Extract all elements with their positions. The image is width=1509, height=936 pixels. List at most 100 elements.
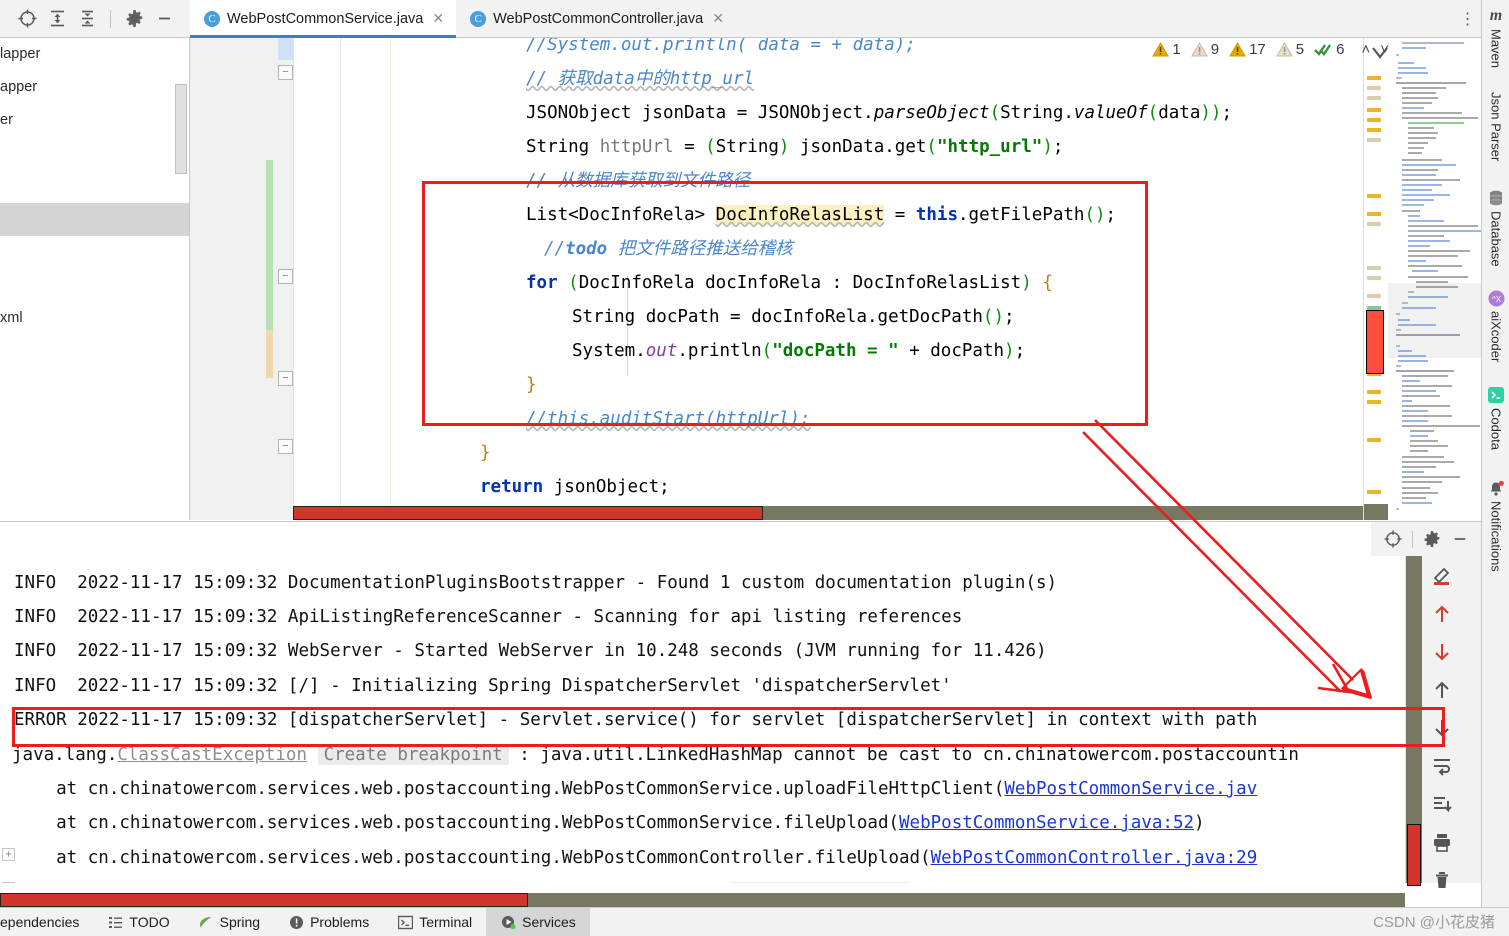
- close-icon[interactable]: ✕: [432, 10, 444, 27]
- run-console-panel[interactable]: INFO 2022-11-17 15:09:32 DocumentationPl…: [0, 521, 1481, 907]
- editor-hscrollbar[interactable]: [190, 506, 1481, 520]
- sidebar-item-todo[interactable]: TODO: [93, 908, 183, 936]
- settings-gear-icon[interactable]: [1419, 526, 1445, 552]
- list-item[interactable]: er: [0, 104, 189, 137]
- stack-frame-text: at cn.chinatowercom.services.web.postacc…: [14, 779, 1005, 799]
- hide-tool-window-icon[interactable]: [1447, 526, 1473, 552]
- collapse-all-icon[interactable]: [74, 6, 100, 32]
- status-badge[interactable]: 9: [1190, 41, 1220, 58]
- print-icon[interactable]: [1428, 828, 1456, 856]
- sidebar-item-database[interactable]: Database: [1482, 188, 1509, 267]
- next-problem-icon[interactable]: ˅: [1380, 41, 1389, 58]
- tool-window-label: Problems: [310, 914, 370, 930]
- fold-collapse-icon[interactable]: −: [278, 371, 293, 386]
- tab-webpostcommoncontroller[interactable]: C WebPostCommonController.java ✕: [456, 0, 736, 37]
- list-item-selected[interactable]: [0, 203, 189, 236]
- status-badge[interactable]: 6: [1314, 41, 1344, 58]
- list-item[interactable]: apper: [0, 71, 189, 104]
- problems-icon: [288, 914, 304, 930]
- console-log-line: INFO 2022-11-17 15:09:32 ApiListingRefer…: [14, 607, 963, 627]
- editor-hscrollbar-thumb[interactable]: [293, 506, 763, 520]
- inspection-ok-check-icon: [1314, 44, 1332, 56]
- stack-frame-link[interactable]: HttpServlet.java:652: [499, 882, 710, 883]
- weak-warning-triangle-icon: [1190, 41, 1208, 57]
- status-badge[interactable]: 1: [1152, 41, 1181, 58]
- editor-minimap[interactable]: [1363, 38, 1482, 520]
- vcs-change-marker-added: [266, 160, 273, 330]
- settings-gear-icon[interactable]: [121, 6, 147, 32]
- internal-lines-fold[interactable]: <1 internal line>: [730, 882, 910, 883]
- java-class-icon: C: [470, 10, 487, 27]
- svg-text:^X: ^X: [1491, 295, 1501, 304]
- code-editor[interactable]: 92 93 94 95 96 97 98 99 100 101 102 103 …: [190, 38, 1481, 520]
- scroll-to-end-icon[interactable]: [1428, 790, 1456, 818]
- console-hscrollbar-thumb[interactable]: [0, 893, 528, 907]
- clear-all-trash-icon[interactable]: [1428, 866, 1456, 894]
- exception-type-link[interactable]: ClassCastException: [117, 745, 307, 765]
- warning-triangle-icon: [1152, 41, 1170, 57]
- database-icon: [1486, 188, 1506, 208]
- project-tree-pane[interactable]: lapper apper er xml: [0, 38, 190, 520]
- exception-separator: :: [508, 745, 541, 765]
- inspections-widget[interactable]: 1 9 17 5 6 ˄ ˅: [1152, 41, 1389, 58]
- create-breakpoint-hint[interactable]: Create breakpoint: [317, 745, 509, 765]
- previous-occurrence-icon[interactable]: [1428, 600, 1456, 628]
- sidebar-item-services[interactable]: Services: [486, 907, 590, 936]
- code-line-93: // 获取data中的http_url: [526, 69, 755, 89]
- tabs-overflow-icon[interactable]: ⋮: [1455, 0, 1481, 37]
- inspection-count: 9: [1210, 41, 1220, 58]
- code-line-104: }: [480, 443, 491, 463]
- highlight-pen-icon[interactable]: [1428, 562, 1456, 590]
- stack-frame-link[interactable]: WebPostCommonService.jav: [1004, 779, 1257, 799]
- scroll-up-icon[interactable]: [1428, 676, 1456, 704]
- stack-frame-text: at cn.chinatowercom.services.web.postacc…: [14, 813, 900, 833]
- sidebar-item-spring[interactable]: Spring: [184, 908, 274, 936]
- locate-icon[interactable]: [14, 6, 40, 32]
- sidebar-item-notifications[interactable]: Notifications: [1482, 478, 1509, 572]
- list-item[interactable]: [0, 170, 189, 203]
- list-item[interactable]: [0, 236, 189, 269]
- soft-wrap-icon[interactable]: [1428, 752, 1456, 780]
- tool-window-label: ependencies: [0, 914, 80, 930]
- sidebar-item-maven[interactable]: m Maven: [1482, 6, 1509, 68]
- locate-icon[interactable]: [1380, 526, 1406, 552]
- hide-tool-window-icon[interactable]: [151, 6, 177, 32]
- list-item[interactable]: [0, 137, 189, 170]
- sidebar-item-problems[interactable]: Problems: [274, 908, 383, 936]
- list-item[interactable]: [0, 269, 189, 302]
- list-item[interactable]: xml: [0, 302, 189, 335]
- stack-frame-link[interactable]: WebPostCommonService.java:52: [899, 813, 1194, 833]
- sidebar-item-dependencies[interactable]: ependencies: [0, 908, 93, 936]
- console-vscrollbar-thumb[interactable]: [1407, 824, 1421, 886]
- sidebar-item-codota[interactable]: Codota: [1482, 385, 1509, 450]
- stack-frame-link[interactable]: WebPostCommonController.java:29: [931, 848, 1258, 868]
- next-occurrence-icon[interactable]: [1428, 638, 1456, 666]
- stack-frame-suffix: ): [1194, 813, 1205, 833]
- sidebar-item-aixcoder[interactable]: ^X aiXcoder: [1482, 288, 1509, 362]
- exception-message: java.util.LinkedHashMap cannot be cast t…: [540, 745, 1299, 765]
- expand-all-icon[interactable]: [44, 6, 70, 32]
- fold-collapse-icon[interactable]: −: [278, 65, 293, 80]
- project-tree-scrollbar[interactable]: [175, 84, 187, 174]
- weak-warning-triangle-icon: [1275, 41, 1293, 57]
- sidebar-item-label: aiXcoder: [1488, 311, 1504, 363]
- tab-label: WebPostCommonService.java: [227, 10, 424, 27]
- close-icon[interactable]: ✕: [712, 10, 724, 27]
- fold-collapse-icon[interactable]: −: [278, 269, 293, 284]
- stack-trace-line: at cn.chinatowercom.services.web.postacc…: [14, 772, 1257, 807]
- status-badge[interactable]: 17: [1229, 41, 1266, 58]
- inspection-count: 17: [1249, 41, 1266, 58]
- list-item[interactable]: lapper: [0, 38, 189, 71]
- previous-problem-icon[interactable]: ˄: [1361, 41, 1370, 58]
- status-badge[interactable]: 5: [1275, 41, 1304, 58]
- stack-frame-text: at cn.chinatowercom.services.web.postacc…: [14, 848, 931, 868]
- tool-window-label: Terminal: [419, 914, 473, 930]
- java-class-icon: C: [204, 10, 220, 27]
- tab-label: WebPostCommonController.java: [493, 10, 704, 27]
- sidebar-item-terminal[interactable]: Terminal: [383, 908, 486, 936]
- fold-collapse-icon[interactable]: −: [278, 439, 293, 454]
- sidebar-item-json-parser[interactable]: Json Parser: [1482, 92, 1509, 161]
- tab-webpostcommonservice[interactable]: C WebPostCommonService.java ✕: [190, 0, 457, 38]
- console-hscrollbar[interactable]: [0, 893, 1405, 907]
- aixcoder-icon: ^X: [1486, 288, 1506, 308]
